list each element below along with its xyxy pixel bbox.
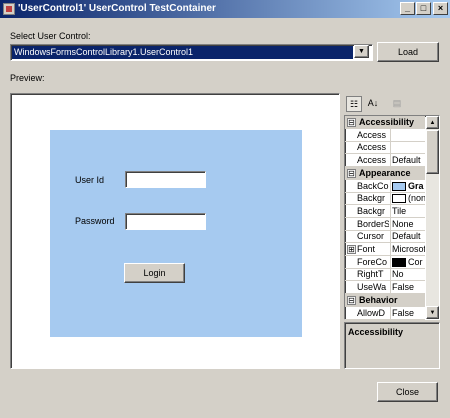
property-value-text: Gra [408,180,424,191]
property-name: Accessibility [359,117,415,127]
property-row[interactable]: Cursor Default [345,230,425,244]
scroll-down-icon[interactable]: ▼ [426,306,439,319]
property-name: BorderS [357,218,389,229]
collapse-icon[interactable]: ⊟ [347,118,356,127]
property-row[interactable]: UseWa False [345,281,425,295]
property-grid-scrollbar[interactable]: ▲ ▼ [426,116,439,319]
property-name: ForeCo [357,256,388,267]
property-value[interactable]: Gra [390,179,425,192]
property-value-text: (non [408,193,425,204]
userid-label: User Id [75,175,105,185]
property-value[interactable]: None [390,217,425,230]
collapse-icon[interactable]: ⊟ [347,168,356,178]
property-value-text: Cor [408,256,423,267]
maximize-button[interactable]: □ [416,2,431,15]
close-window-button[interactable]: × [433,2,448,15]
password-label: Password [75,216,115,226]
collapse-icon[interactable]: ⊟ [347,295,356,305]
color-swatch [392,181,406,191]
property-name: Cursor [357,231,385,242]
load-button[interactable]: Load [377,42,439,62]
property-value-text: Default [392,155,421,166]
property-row[interactable]: BorderS None [345,217,425,231]
scroll-thumb[interactable] [426,130,439,174]
property-value[interactable]: Tile [390,204,425,217]
property-value-text: None [392,218,414,229]
categorized-view-icon[interactable]: ☷ [346,96,362,112]
alphabetical-sort-icon[interactable]: A↓ [365,96,381,112]
property-row[interactable]: BackCo Gra [345,179,425,193]
scroll-up-icon[interactable]: ▲ [426,116,439,129]
property-name: Backgr [357,205,386,216]
property-row[interactable]: Access Default [345,154,425,168]
property-row[interactable]: ⊞ Font Microsoft [345,243,425,256]
property-row[interactable]: Access [345,141,425,155]
property-row[interactable]: Access [345,128,425,142]
property-row[interactable]: AllowD False [345,306,425,320]
preview-panel: User Id Password Login [10,93,340,369]
property-row[interactable]: RightT No [345,268,425,282]
user-control-combobox[interactable]: WindowsFormsControlLibrary1.UserControl1… [10,44,373,61]
property-name: Access [357,142,387,153]
expand-icon[interactable]: ⊞ [347,245,356,254]
property-value-text: No [392,269,404,280]
user-control-surface: User Id Password Login [50,130,302,337]
preview-label: Preview: [10,73,45,83]
property-pages-icon[interactable]: ▤ [389,96,405,112]
property-category[interactable]: ⊟ Appearance [345,166,425,180]
property-value[interactable]: (non [390,192,425,205]
property-name: Backgr [357,193,386,204]
property-name: AllowD [357,307,386,318]
property-value-text: Default [392,231,421,242]
title-bar[interactable]: 'UserControl1' UserControl TestContainer… [0,0,450,18]
property-row[interactable]: Backgr (non [345,192,425,206]
property-name: Behavior [359,294,398,305]
property-name: Appearance [359,167,411,178]
property-value[interactable]: False [390,306,425,319]
property-name: BackCo [357,180,389,191]
property-value-text: Microsoft [392,244,425,254]
property-value[interactable]: Cor [390,255,425,268]
color-swatch [392,194,406,204]
chevron-down-icon[interactable]: ▼ [354,45,369,58]
property-description-pane: Accessibility [344,322,440,369]
property-value[interactable] [390,128,425,141]
property-value-text: False [392,307,415,318]
password-input[interactable] [125,213,206,230]
property-name: Font [357,244,376,254]
property-value[interactable]: False [390,281,425,294]
property-value[interactable] [390,141,425,154]
property-value[interactable]: No [390,268,425,281]
window-title: 'UserControl1' UserControl TestContainer [18,3,216,14]
login-button[interactable]: Login [124,263,185,283]
property-value-text: Tile [392,205,407,216]
property-name: Access [357,129,387,140]
userid-input[interactable] [125,171,206,188]
combo-selected-value[interactable]: WindowsFormsControlLibrary1.UserControl1 [12,46,353,59]
property-grid-toolbar: ☷ A↓ ▤ [344,94,440,114]
minimize-button[interactable]: _ [400,2,415,15]
property-category[interactable]: ⊟ Behavior [345,293,425,307]
color-swatch [392,257,406,267]
select-user-control-label: Select User Control: [10,31,91,41]
property-value[interactable]: Default [390,154,425,167]
property-row[interactable]: ForeCo Cor [345,255,425,269]
property-grid[interactable]: ⊟ Accessibility Access Access Access Default ⊟… [344,115,440,320]
close-button[interactable]: Close [377,382,438,402]
property-row[interactable]: Backgr Tile [345,204,425,218]
property-name: RightT [357,269,384,280]
property-value[interactable]: Microsoft [390,243,425,255]
app-icon [3,3,15,15]
property-name: Access [357,155,387,166]
property-value-text: False [392,282,415,293]
property-value[interactable]: Default [390,230,425,243]
property-name: UseWa [357,282,387,293]
description-title: Accessibility [348,327,404,337]
property-category[interactable]: ⊟ Accessibility [345,116,425,129]
